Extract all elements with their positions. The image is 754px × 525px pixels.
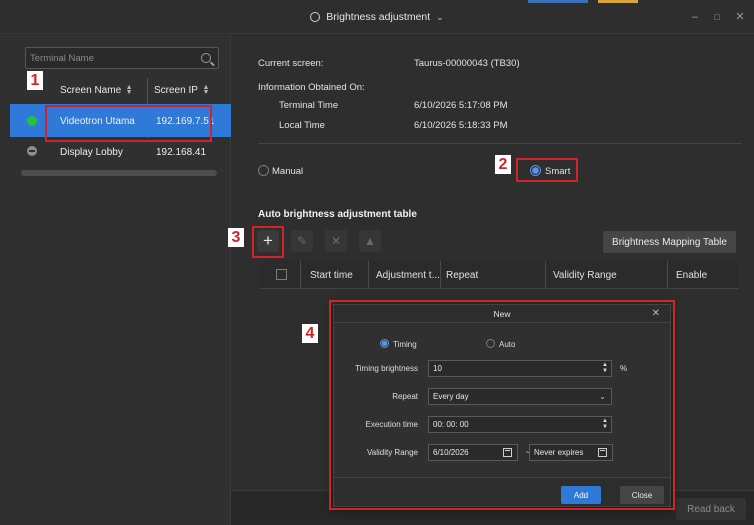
- search-input[interactable]: Terminal Name: [25, 47, 219, 69]
- sun-icon: [310, 12, 321, 22]
- manual-label: Manual: [272, 166, 304, 177]
- column-screen-ip[interactable]: Screen IP ▲ ▼: [154, 80, 210, 100]
- terminal-time-value: 6/10/2026 5:17:08 PM: [414, 100, 508, 111]
- column-divider: [440, 261, 441, 289]
- edit-icon[interactable]: ✎: [291, 230, 313, 252]
- close-icon[interactable]: ✕: [733, 10, 747, 24]
- table-row[interactable]: Display Lobby 192.168.41: [10, 141, 231, 167]
- highlight-box-3: [252, 226, 284, 258]
- obtained-label: Information Obtained On:: [258, 82, 365, 93]
- step-marker-3: 3: [228, 228, 244, 247]
- auto-table-title: Auto brightness adjustment table: [258, 209, 417, 220]
- step-marker-2: 2: [495, 155, 511, 174]
- terminal-time-label: Terminal Time: [279, 100, 339, 111]
- read-back-button[interactable]: Read back: [676, 498, 746, 520]
- column-divider: [368, 261, 369, 289]
- sort-icon[interactable]: ▲ ▼: [125, 84, 133, 96]
- column-start-time[interactable]: Start time: [310, 270, 353, 281]
- clear-icon[interactable]: ▲: [359, 230, 381, 252]
- select-all-checkbox[interactable]: [276, 269, 287, 280]
- brightness-mapping-table-button[interactable]: Brightness Mapping Table: [603, 231, 736, 253]
- column-divider: [300, 261, 301, 289]
- chevron-down-icon: ⌄: [436, 11, 444, 22]
- column-divider: [545, 261, 546, 289]
- step-marker-1: 1: [27, 71, 43, 90]
- manual-radio[interactable]: [258, 165, 269, 176]
- column-screen-name[interactable]: Screen Name ▲ ▼: [60, 80, 133, 100]
- window-title-text: Brightness adjustment: [326, 11, 431, 23]
- current-screen-value: Taurus-00000043 (TB30): [414, 58, 520, 69]
- local-time-value: 6/10/2026 5:18:33 PM: [414, 120, 508, 131]
- search-icon[interactable]: [201, 53, 211, 63]
- horizontal-scrollbar[interactable]: [21, 170, 217, 176]
- column-validity-range[interactable]: Validity Range: [553, 270, 617, 281]
- local-time-label: Local Time: [279, 120, 325, 131]
- search-placeholder: Terminal Name: [30, 53, 94, 64]
- highlight-box-2: [516, 158, 578, 182]
- column-screen-name-label: Screen Name: [60, 84, 122, 96]
- highlight-box-1: [45, 105, 212, 142]
- title-bar: Brightness adjustment ⌄ – □ ✕: [0, 0, 754, 34]
- divider: [258, 143, 742, 144]
- sort-icon[interactable]: ▲ ▼: [202, 84, 210, 96]
- auto-table-header: Start time Adjustment t... Repeat Validi…: [260, 261, 738, 289]
- column-repeat[interactable]: Repeat: [446, 270, 478, 281]
- current-screen-label: Current screen:: [258, 58, 324, 69]
- screen-name: Display Lobby: [60, 147, 123, 158]
- highlight-box-4: [329, 300, 675, 510]
- window-title[interactable]: Brightness adjustment ⌄: [0, 0, 754, 34]
- column-screen-ip-label: Screen IP: [154, 84, 198, 96]
- maximize-icon[interactable]: □: [710, 10, 724, 24]
- step-marker-4: 4: [302, 324, 318, 343]
- column-enable[interactable]: Enable: [676, 270, 707, 281]
- screen-ip: 192.168.41: [156, 147, 207, 158]
- column-adjustment[interactable]: Adjustment t...: [376, 270, 440, 281]
- column-divider: [667, 261, 668, 289]
- delete-icon[interactable]: ✕: [325, 230, 347, 252]
- minimize-icon[interactable]: –: [688, 10, 702, 24]
